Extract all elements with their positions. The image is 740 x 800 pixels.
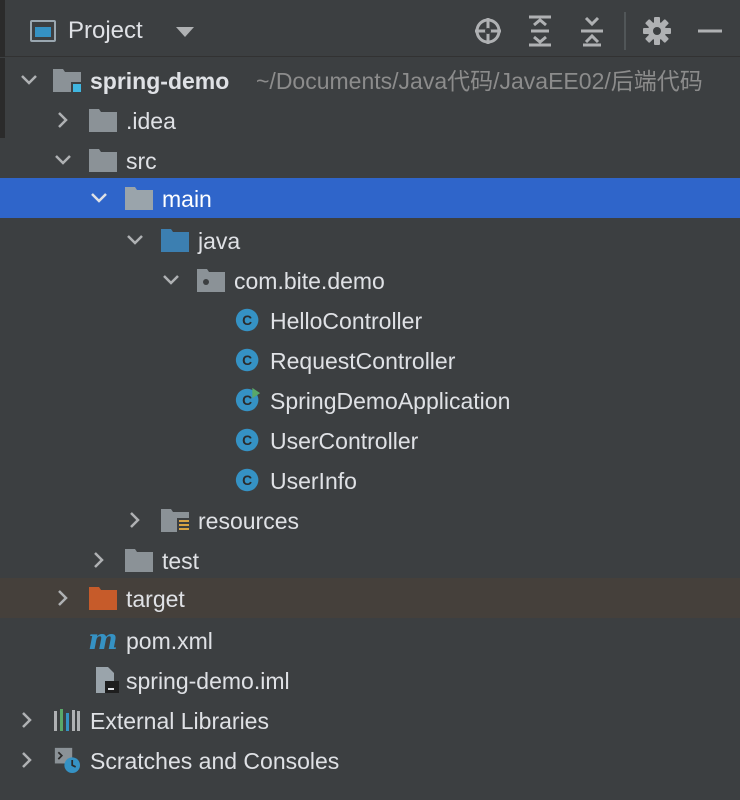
tree-item-label: resources: [198, 508, 299, 534]
tree-item-label: target: [126, 586, 185, 612]
tree-item-idea[interactable]: .idea: [0, 100, 740, 140]
tree-item-label: UserInfo: [270, 468, 357, 494]
folder-icon: [125, 187, 153, 210]
minimize-icon[interactable]: [693, 14, 727, 48]
chevron-right-icon[interactable]: [53, 588, 73, 608]
project-tree: spring-demo ~/Documents/Java代码/JavaEE02/…: [0, 58, 740, 800]
tree-item-target[interactable]: target: [0, 578, 740, 618]
project-view-icon: [30, 20, 56, 42]
chevron-right-icon[interactable]: [17, 750, 37, 770]
module-folder-icon: [53, 69, 81, 92]
tree-item-label: UserController: [270, 428, 419, 454]
tree-item-resources[interactable]: resources: [0, 500, 740, 540]
svg-text:m: m: [88, 627, 118, 653]
gear-icon[interactable]: [640, 14, 674, 48]
class-icon: C: [235, 348, 259, 372]
project-view-title[interactable]: Project: [68, 17, 143, 45]
tree-item-label: pom.xml: [126, 628, 213, 654]
chevron-down-icon[interactable]: [176, 27, 194, 37]
tree-item-scratches[interactable]: Scratches and Consoles: [0, 740, 740, 780]
tree-item-label: spring-demo.iml: [126, 668, 290, 694]
tree-item-class[interactable]: C HelloController: [0, 300, 740, 340]
tree-item-spring-demo[interactable]: spring-demo ~/Documents/Java代码/JavaEE02/…: [0, 60, 740, 100]
package-icon: [197, 269, 225, 292]
tree-item-class[interactable]: C SpringDemoApplication: [0, 380, 740, 420]
expand-all-icon[interactable]: [523, 14, 557, 48]
tree-item-test[interactable]: test: [0, 540, 740, 580]
maven-icon: m: [88, 627, 118, 653]
svg-text:C: C: [242, 392, 252, 408]
collapse-all-icon[interactable]: [575, 14, 609, 48]
tree-item-main[interactable]: main: [0, 178, 740, 218]
tree-item-class[interactable]: C UserController: [0, 420, 740, 460]
tree-item-label: java: [198, 228, 241, 254]
svg-text:C: C: [242, 432, 252, 448]
tree-item-label: .idea: [126, 108, 176, 134]
chevron-down-icon[interactable]: [161, 270, 181, 290]
tree-item-label: HelloController: [270, 308, 423, 334]
tree-item-package[interactable]: com.bite.demo: [0, 260, 740, 300]
folder-icon: [89, 109, 117, 132]
class-icon: C: [235, 308, 259, 332]
tree-item-class[interactable]: C RequestController: [0, 340, 740, 380]
class-icon: C: [235, 428, 259, 452]
toolbar-separator: [624, 12, 626, 50]
svg-text:C: C: [242, 472, 252, 488]
tree-item-label: test: [162, 548, 200, 574]
tree-item-external-libraries[interactable]: External Libraries: [0, 700, 740, 740]
project-tool-window: Project spring-demo ~/Documents/Java代码/J…: [0, 0, 740, 800]
chevron-down-icon[interactable]: [53, 150, 73, 170]
header-edge: [0, 0, 5, 57]
resources-folder-icon: [161, 509, 189, 533]
project-header: Project: [0, 0, 740, 57]
tree-item-label: com.bite.demo: [234, 268, 385, 294]
tree-item-iml[interactable]: spring-demo.iml: [0, 660, 740, 700]
tree-item-label: External Libraries: [90, 708, 269, 734]
chevron-down-icon[interactable]: [125, 230, 145, 250]
excluded-folder-icon: [89, 587, 117, 610]
runnable-class-icon: C: [235, 387, 261, 412]
tree-item-src[interactable]: src: [0, 140, 740, 180]
tree-item-label: src: [126, 148, 157, 174]
library-icon: [54, 709, 80, 731]
class-icon: C: [235, 468, 259, 492]
tree-item-pom[interactable]: m pom.xml: [0, 620, 740, 660]
tree-item-label: main: [162, 186, 212, 212]
chevron-right-icon[interactable]: [53, 110, 73, 130]
svg-text:C: C: [242, 352, 252, 368]
iml-file-icon: [96, 667, 119, 693]
tree-item-label: SpringDemoApplication: [270, 388, 511, 414]
tree-item-java[interactable]: java: [0, 220, 740, 260]
chevron-right-icon[interactable]: [17, 710, 37, 730]
folder-icon: [89, 149, 117, 172]
locate-icon[interactable]: [471, 14, 505, 48]
folder-icon: [125, 549, 153, 572]
source-folder-icon: [161, 229, 189, 252]
chevron-down-icon[interactable]: [19, 70, 39, 90]
tree-item-label: Scratches and Consoles: [90, 748, 340, 774]
scratches-icon: [54, 747, 80, 773]
svg-text:C: C: [242, 312, 252, 328]
tree-item-label: spring-demo: [90, 68, 230, 94]
tree-item-path: ~/Documents/Java代码/JavaEE02/后端代码: [256, 68, 703, 94]
tree-item-class[interactable]: C UserInfo: [0, 460, 740, 500]
chevron-down-icon[interactable]: [89, 188, 109, 208]
chevron-right-icon[interactable]: [89, 550, 109, 570]
tree-item-label: RequestController: [270, 348, 456, 374]
chevron-right-icon[interactable]: [125, 510, 145, 530]
